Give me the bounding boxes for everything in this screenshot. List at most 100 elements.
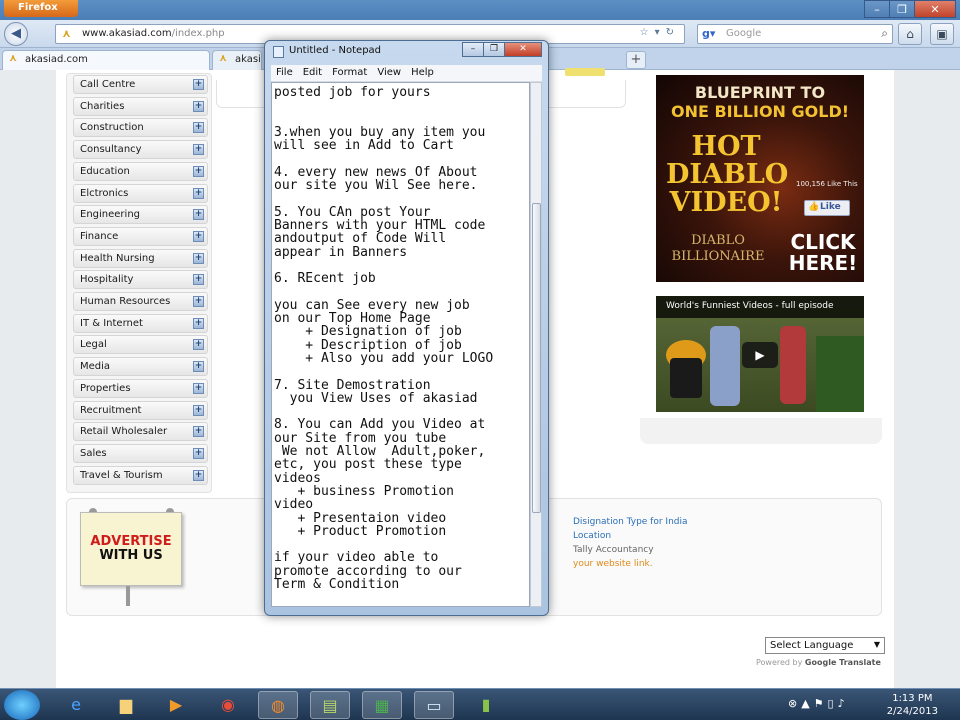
search-icon[interactable]: ⌕ bbox=[881, 26, 888, 41]
sidebar-item-sales[interactable]: Sales + bbox=[73, 443, 208, 463]
expand-plus-icon[interactable]: + bbox=[193, 447, 204, 459]
designation-link[interactable]: Disignation Type for India bbox=[573, 515, 688, 529]
sidebar-item-charities[interactable]: Charities + bbox=[73, 96, 208, 116]
expand-plus-icon[interactable]: + bbox=[193, 165, 204, 177]
expand-plus-icon[interactable]: + bbox=[193, 209, 204, 221]
sidebar-item-education[interactable]: Education + bbox=[73, 161, 208, 181]
expand-plus-icon[interactable]: + bbox=[193, 122, 204, 134]
expand-plus-icon[interactable]: + bbox=[193, 274, 204, 286]
notepad-text-area[interactable]: posted job for yours 3.when you buy any … bbox=[271, 82, 530, 607]
ad-cta[interactable]: CLICK HERE! bbox=[784, 232, 862, 274]
sign-post bbox=[126, 586, 130, 606]
advertise-with-us-sign[interactable]: ADVERTISE WITH US bbox=[80, 512, 182, 586]
back-arrow-icon[interactable]: ◀ bbox=[4, 22, 28, 46]
notepad-window[interactable]: Untitled - Notepad – ❐ ✕ File Edit Format V… bbox=[264, 40, 549, 616]
sidebar-item-label: Travel & Tourism bbox=[80, 469, 163, 481]
start-button-icon[interactable] bbox=[4, 690, 40, 720]
clock-date: 2/24/2013 bbox=[886, 706, 938, 717]
powered-prefix: Powered by bbox=[756, 658, 803, 667]
notes-app-icon[interactable]: ▤ bbox=[310, 691, 350, 719]
thumbs-up-icon: 👍 bbox=[808, 202, 820, 212]
clock[interactable]: 1:13 PM 2/24/2013 bbox=[887, 692, 938, 718]
search-input[interactable]: g▾ Google ⌕ bbox=[697, 24, 893, 44]
youtube-video-player[interactable]: World's Funniest Videos - full episode ▶ bbox=[656, 296, 864, 412]
maximize-icon[interactable]: ❐ bbox=[483, 42, 505, 57]
scrollbar-thumb[interactable] bbox=[532, 203, 541, 513]
close-icon[interactable]: ✕ bbox=[504, 42, 542, 57]
notepad-taskbar-icon[interactable]: ▭ bbox=[414, 691, 454, 719]
menu-help[interactable]: Help bbox=[406, 65, 439, 78]
sidebar-item-media[interactable]: Media + bbox=[73, 357, 208, 377]
folder-icon[interactable]: ▆ bbox=[106, 691, 146, 719]
expand-plus-icon[interactable]: + bbox=[193, 361, 204, 373]
menu-file[interactable]: File bbox=[271, 65, 298, 78]
sidebar-item-call-centre[interactable]: Call Centre + bbox=[73, 75, 208, 94]
menu-edit[interactable]: Edit bbox=[298, 65, 327, 78]
internet-explorer-icon[interactable]: e bbox=[56, 691, 96, 719]
expand-plus-icon[interactable]: + bbox=[193, 230, 204, 242]
play-icon[interactable]: ▶ bbox=[742, 342, 778, 368]
sidebar-item-construction[interactable]: Construction + bbox=[73, 118, 208, 138]
expand-plus-icon[interactable]: + bbox=[193, 469, 204, 481]
url-actions-icons[interactable]: ☆▾↻ bbox=[640, 27, 680, 38]
minimize-icon[interactable]: – bbox=[462, 42, 484, 57]
firefox-icon[interactable]: ◍ bbox=[258, 691, 298, 719]
home-icon[interactable]: ⌂ bbox=[898, 23, 922, 45]
expand-plus-icon[interactable]: + bbox=[193, 317, 204, 329]
expand-plus-icon[interactable]: + bbox=[193, 426, 204, 438]
expand-plus-icon[interactable]: + bbox=[193, 404, 204, 416]
menu-format[interactable]: Format bbox=[327, 65, 372, 78]
tab-akasiad[interactable]: ⋏ akasiad.com bbox=[2, 50, 210, 70]
sidebar-item-label: Call Centre bbox=[80, 79, 136, 90]
sidebar-item-hospitality[interactable]: Hospitality + bbox=[73, 270, 208, 290]
sidebar-item-it-internet[interactable]: IT & Internet + bbox=[73, 313, 208, 333]
tab-label: akasiad.com bbox=[25, 54, 88, 65]
new-tab-button[interactable]: + bbox=[626, 51, 646, 69]
sidebar-item-travel-tourism[interactable]: Travel & Tourism + bbox=[73, 465, 208, 485]
sidebar-item-consultancy[interactable]: Consultancy + bbox=[73, 140, 208, 160]
sidebar-item-human-resources[interactable]: Human Resources + bbox=[73, 292, 208, 311]
sidebar-item-elctronics[interactable]: Elctronics + bbox=[73, 183, 208, 203]
excel-icon[interactable]: ▦ bbox=[362, 691, 402, 719]
menu-view[interactable]: View bbox=[372, 65, 406, 78]
notepad-scrollbar[interactable] bbox=[530, 82, 542, 607]
facebook-like-button[interactable]: 👍 Like bbox=[804, 200, 850, 216]
system-tray-icons[interactable]: ⊗▲⚑▯♪ bbox=[788, 697, 849, 710]
expand-plus-icon[interactable]: + bbox=[193, 339, 204, 351]
expand-plus-icon[interactable]: + bbox=[193, 100, 204, 112]
video-title[interactable]: World's Funniest Videos - full episode bbox=[656, 296, 864, 318]
sidebar-item-retail-wholesaler[interactable]: Retail Wholesaler + bbox=[73, 422, 208, 442]
recorder-icon[interactable]: ▮ bbox=[466, 691, 506, 719]
sidebar-item-properties[interactable]: Properties + bbox=[73, 378, 208, 398]
powered-brand[interactable]: Google Translate bbox=[805, 658, 881, 667]
sidebar-item-engineering[interactable]: Engineering + bbox=[73, 205, 208, 225]
minimize-icon[interactable]: – bbox=[864, 0, 890, 18]
expand-plus-icon[interactable]: + bbox=[193, 187, 204, 199]
firefox-menu-button[interactable]: Firefox bbox=[4, 0, 78, 17]
sidebar-item-legal[interactable]: Legal + bbox=[73, 335, 208, 355]
tab-akasiad-2[interactable]: ⋏ akasi bbox=[212, 50, 262, 70]
sidebar-item-recruitment[interactable]: Recruitment + bbox=[73, 400, 208, 420]
media-player-icon[interactable]: ▶ bbox=[156, 691, 196, 719]
close-icon[interactable]: ✕ bbox=[914, 0, 956, 18]
sidebar-item-label: Construction bbox=[80, 122, 144, 134]
diablo-advertisement[interactable]: BLUEPRINT TO ONE BILLION GOLD! HOT DIABL… bbox=[656, 75, 864, 282]
addon-icon[interactable]: ▣ bbox=[930, 23, 954, 45]
location-link[interactable]: Location bbox=[573, 529, 688, 543]
expand-plus-icon[interactable]: + bbox=[193, 296, 204, 307]
sidebar-item-health-nursing[interactable]: Health Nursing + bbox=[73, 248, 208, 268]
sidebar-item-finance[interactable]: Finance + bbox=[73, 226, 208, 246]
ad-headline-2: ONE BILLION GOLD! bbox=[670, 102, 850, 121]
website-link[interactable]: your website link. bbox=[573, 557, 688, 571]
maximize-icon[interactable]: ❐ bbox=[889, 0, 915, 18]
tab-label: akasi bbox=[235, 54, 261, 65]
expand-plus-icon[interactable]: + bbox=[193, 382, 204, 394]
expand-plus-icon[interactable]: + bbox=[193, 252, 204, 264]
expand-plus-icon[interactable]: + bbox=[193, 79, 204, 90]
clock-time: 1:13 PM bbox=[892, 693, 933, 704]
chrome-icon[interactable]: ◉ bbox=[208, 691, 248, 719]
language-select[interactable]: Select Language ▼ bbox=[765, 637, 885, 654]
yellow-button[interactable] bbox=[565, 68, 605, 76]
sidebar-item-label: Charities bbox=[80, 100, 125, 112]
expand-plus-icon[interactable]: + bbox=[193, 144, 204, 156]
